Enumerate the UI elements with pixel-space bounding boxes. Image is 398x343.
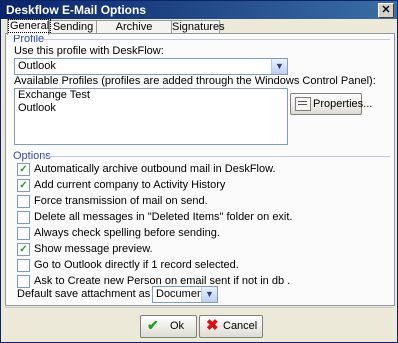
- tab-sending[interactable]: Sending: [49, 20, 97, 34]
- profile-group-divider: [42, 39, 390, 40]
- list-item[interactable]: Outlook: [15, 102, 287, 115]
- tab-general[interactable]: General: [7, 19, 52, 35]
- ok-button[interactable]: ✔ Ok: [140, 315, 197, 338]
- chevron-down-icon[interactable]: ▼: [201, 287, 217, 302]
- checkmark-icon[interactable]: ✓: [17, 243, 30, 256]
- checkbox[interactable]: [17, 275, 30, 288]
- footer-divider: [5, 307, 393, 308]
- checkmark-icon[interactable]: ✓: [17, 163, 30, 176]
- close-button[interactable]: ✕: [378, 3, 394, 18]
- options-group-divider: [42, 156, 390, 157]
- checkmark-icon: ✔: [147, 317, 159, 333]
- close-icon: ✕: [381, 4, 391, 16]
- list-item[interactable]: Exchange Test: [15, 89, 287, 102]
- checkbox[interactable]: [17, 195, 30, 208]
- general-tab-panel: Profile Use this profile with DeskFlow: …: [5, 33, 395, 306]
- tab-archive-exception[interactable]: Archive Exception: [96, 20, 172, 46]
- checkbox[interactable]: [17, 259, 30, 272]
- available-profiles-label: Available Profiles (profiles are added t…: [14, 75, 376, 87]
- x-icon: ✖: [206, 317, 219, 334]
- checkmark-icon[interactable]: ✓: [17, 179, 30, 192]
- available-profiles-list[interactable]: Exchange Test Outlook: [14, 88, 288, 145]
- default-save-label: Default save attachment as: [17, 288, 151, 300]
- profile-select[interactable]: Outlook ▼: [14, 58, 288, 75]
- properties-icon: [295, 97, 311, 111]
- tab-signatures[interactable]: Signatures: [171, 20, 225, 34]
- email-options-dialog: Deskflow E-Mail Options ✕ General Sendin…: [0, 0, 398, 343]
- profile-select-value: Outlook: [18, 60, 56, 72]
- use-profile-label: Use this profile with DeskFlow:: [14, 45, 164, 57]
- default-save-value: Document: [156, 288, 207, 300]
- properties-button[interactable]: Properties...: [290, 93, 372, 115]
- cancel-button[interactable]: ✖ Cancel: [199, 315, 263, 338]
- checkbox[interactable]: [17, 211, 30, 224]
- checkbox[interactable]: [17, 227, 30, 240]
- window-title: Deskflow E-Mail Options: [6, 3, 147, 17]
- default-save-select[interactable]: Document ▼: [152, 286, 218, 303]
- title-bar[interactable]: Deskflow E-Mail Options ✕: [1, 1, 397, 19]
- chevron-down-icon[interactable]: ▼: [271, 59, 287, 74]
